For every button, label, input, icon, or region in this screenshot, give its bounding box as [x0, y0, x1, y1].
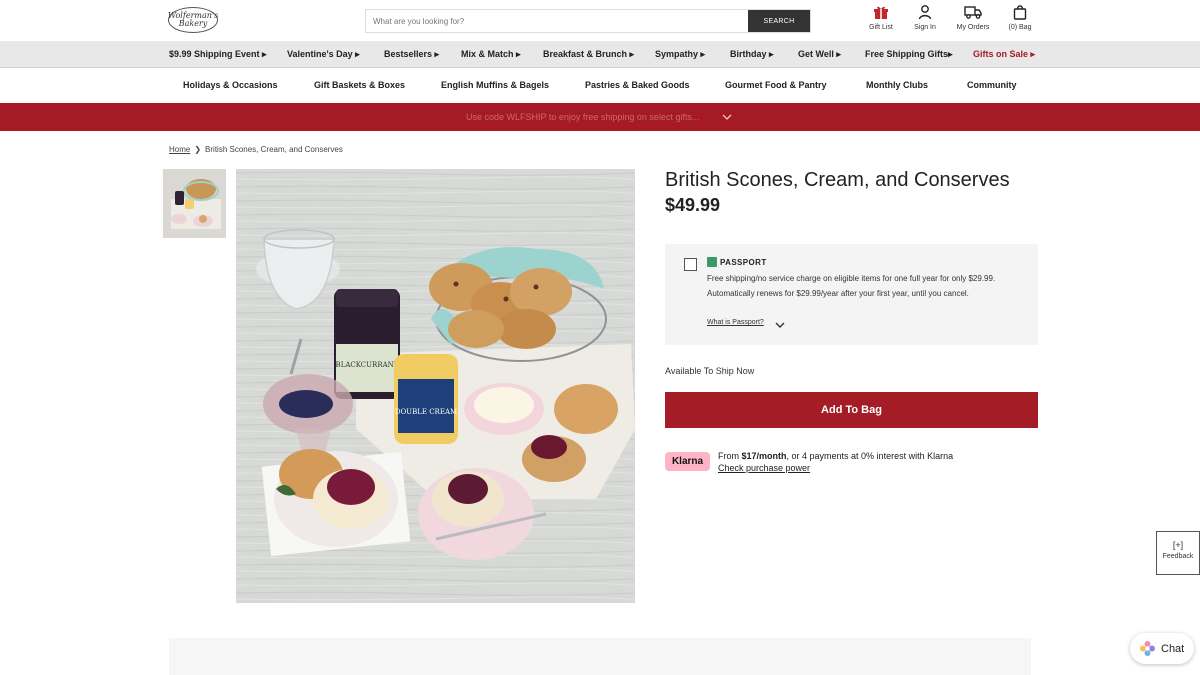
chat-label: Chat	[1161, 642, 1185, 655]
klarna-amount: $17/month	[741, 451, 787, 461]
search-button[interactable]: SEARCH	[748, 10, 810, 32]
nav-gourmet-food-pantry[interactable]: Gourmet Food & Pantry	[725, 80, 827, 90]
what-is-passport-link[interactable]: What is Passport?	[707, 319, 764, 326]
gift-icon	[874, 6, 888, 19]
nav-free-shipping-gifts[interactable]: Free Shipping Gifts▸	[865, 49, 953, 60]
truck-icon	[964, 6, 982, 19]
klarna-prefix: From	[718, 451, 742, 461]
passport-logo: PASSPORT	[707, 257, 767, 267]
nav-gift-baskets-boxes[interactable]: Gift Baskets & Boxes	[314, 80, 405, 90]
passport-icon	[707, 257, 717, 267]
feedback-button[interactable]: [+] Feedback	[1156, 531, 1200, 575]
my-orders-label: My Orders	[956, 24, 990, 31]
svg-text:BLACKCURRANT: BLACKCURRANT	[336, 361, 399, 369]
bag-label: (0) Bag	[1008, 24, 1032, 31]
chat-button[interactable]: Chat	[1130, 633, 1194, 664]
klarna-logo: Klarna	[665, 452, 710, 471]
passport-brand: PASSPORT	[720, 257, 767, 267]
nav-sympathy[interactable]: Sympathy ▸	[655, 49, 705, 60]
sign-in-label: Sign In	[914, 24, 936, 31]
feedback-label: Feedback	[1162, 553, 1194, 560]
breadcrumb-current: British Scones, Cream, and Conserves	[205, 145, 343, 154]
search-input[interactable]	[366, 10, 748, 32]
availability-status: Available To Ship Now	[665, 366, 755, 376]
product-main-image[interactable]: BLACKCURRANT DOUBLE CREAM	[236, 169, 635, 603]
search-bar: SEARCH	[365, 9, 811, 33]
klarna-message: From $17/month, or 4 payments at 0% inte…	[718, 450, 953, 474]
svg-text:DOUBLE CREAM: DOUBLE CREAM	[395, 408, 457, 416]
user-icon	[918, 5, 932, 20]
product-title: British Scones, Cream, and Conserves	[665, 169, 1010, 191]
my-orders-button[interactable]: My Orders	[951, 4, 995, 31]
nav-valentines-day[interactable]: Valentine's Day ▸	[287, 49, 360, 60]
category-nav: Holidays & Occasions Gift Baskets & Boxe…	[0, 69, 1200, 102]
content-section	[169, 638, 1031, 675]
klarna-suffix: , or 4 payments at 0% interest with Klar…	[786, 451, 954, 461]
promo-nav: $9.99 Shipping Event ▸ Valentine's Day ▸…	[0, 41, 1200, 68]
nav-birthday[interactable]: Birthday ▸	[730, 49, 774, 60]
chat-icon	[1140, 641, 1155, 656]
breadcrumb-separator: ❯	[194, 145, 202, 154]
nav-bestsellers[interactable]: Bestsellers ▸	[384, 49, 439, 60]
chevron-down-icon[interactable]	[775, 321, 785, 329]
nav-monthly-clubs[interactable]: Monthly Clubs	[866, 80, 928, 90]
shopping-bag-icon	[1013, 5, 1027, 20]
nav-breakfast-brunch[interactable]: Breakfast & Brunch ▸	[543, 49, 634, 60]
breadcrumb-home[interactable]: Home	[169, 145, 190, 154]
promo-text: Use code WLFSHIP to enjoy free shipping …	[466, 112, 700, 122]
nav-holidays-occasions[interactable]: Holidays & Occasions	[183, 80, 278, 90]
nav-gifts-on-sale[interactable]: Gifts on Sale ▸	[973, 49, 1035, 60]
nav-pastries-baked-goods[interactable]: Pastries & Baked Goods	[585, 80, 690, 90]
nav-english-muffins-bagels[interactable]: English Muffins & Bagels	[441, 80, 549, 90]
feedback-icon: [+]	[1172, 540, 1184, 550]
check-purchase-power-link[interactable]: Check purchase power	[718, 462, 953, 474]
breadcrumb: Home ❯ British Scones, Cream, and Conserve…	[169, 145, 343, 154]
site-logo[interactable]: Wolferman's Bakery	[168, 7, 218, 33]
nav-community[interactable]: Community	[967, 80, 1017, 90]
passport-checkbox[interactable]	[684, 258, 697, 271]
product-thumbnail[interactable]	[163, 169, 226, 238]
bag-button[interactable]: (0) Bag	[998, 4, 1042, 31]
gift-list-button[interactable]: Gift List	[859, 4, 903, 31]
site-header: Wolferman's Bakery SEARCH Gift List Sign…	[0, 0, 1200, 41]
passport-description: Free shipping/no service charge on eligi…	[707, 274, 996, 298]
sign-in-button[interactable]: Sign In	[903, 4, 947, 31]
promo-banner[interactable]: Use code WLFSHIP to enjoy free shipping …	[0, 103, 1200, 131]
logo-line2: Bakery	[178, 19, 208, 28]
product-price: $49.99	[665, 195, 721, 215]
gift-list-label: Gift List	[869, 24, 893, 31]
nav-mix-match[interactable]: Mix & Match ▸	[461, 49, 521, 60]
passport-offer: PASSPORT Free shipping/no service charge…	[665, 244, 1038, 345]
product-photo: BLACKCURRANT DOUBLE CREAM	[236, 169, 635, 603]
add-to-bag-button[interactable]: Add To Bag	[665, 392, 1038, 428]
nav-shipping-event[interactable]: $9.99 Shipping Event ▸	[169, 49, 267, 60]
thumbnail-image	[163, 169, 226, 238]
nav-get-well[interactable]: Get Well ▸	[798, 49, 841, 60]
chevron-down-icon[interactable]	[722, 113, 732, 121]
